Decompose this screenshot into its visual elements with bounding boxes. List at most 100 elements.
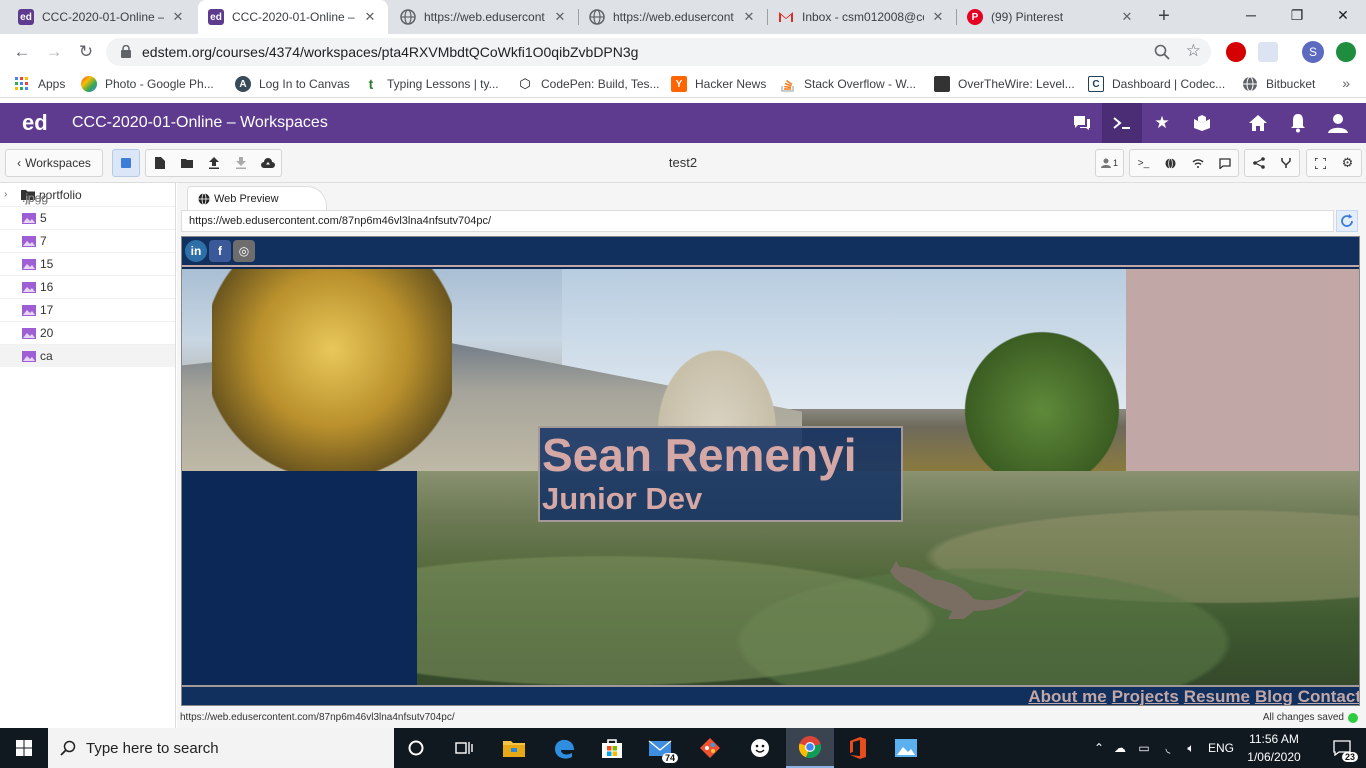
- close-tab-icon[interactable]: ✕: [362, 9, 378, 25]
- close-tab-icon[interactable]: ✕: [930, 9, 946, 25]
- maximize-button[interactable]: ❐: [1274, 0, 1320, 32]
- close-tab-icon[interactable]: ✕: [741, 9, 757, 25]
- photos-app-icon[interactable]: [882, 728, 930, 768]
- store-icon[interactable]: [588, 728, 636, 768]
- taskbar-search[interactable]: Type here to search: [48, 728, 394, 768]
- file-item[interactable]: 20 .jpeg: [0, 191, 175, 344]
- bookmark-hacker-news[interactable]: Y Hacker News: [671, 75, 766, 93]
- volume-icon[interactable]: 🔈︎: [1180, 741, 1202, 756]
- task-view-icon[interactable]: [440, 728, 488, 768]
- browser-tab-5[interactable]: Inbox - csm012008@co ✕: [768, 0, 956, 34]
- bookmark-apps[interactable]: Apps: [14, 75, 65, 93]
- fork-icon[interactable]: [1272, 150, 1299, 176]
- file-explorer-icon[interactable]: [490, 728, 538, 768]
- facebook-icon[interactable]: f: [209, 240, 231, 262]
- chrome-icon[interactable]: [786, 728, 834, 768]
- terminal-icon[interactable]: >_: [1130, 150, 1157, 176]
- forward-icon[interactable]: →: [42, 40, 66, 64]
- mail-icon[interactable]: 74: [636, 728, 684, 768]
- profile-avatar[interactable]: S: [1302, 41, 1324, 63]
- new-folder-icon[interactable]: [173, 150, 200, 176]
- office-icon[interactable]: [834, 728, 882, 768]
- reload-icon[interactable]: ↻: [74, 40, 98, 64]
- user-icon[interactable]: [1318, 103, 1358, 143]
- refresh-preview-button[interactable]: [1336, 210, 1358, 232]
- new-tab-button[interactable]: +: [1152, 5, 1176, 29]
- network-icon[interactable]: [1184, 150, 1211, 176]
- home-icon[interactable]: [1238, 103, 1278, 143]
- start-button[interactable]: [0, 728, 48, 768]
- gear-icon[interactable]: ⚙: [1334, 150, 1361, 176]
- file-item[interactable]: 15 .jpeg: [0, 191, 175, 275]
- bookmark-codepen[interactable]: ⬡ CodePen: Build, Tes...: [517, 75, 659, 93]
- browser-tab-1[interactable]: ed CCC-2020-01-Online – ✕: [8, 0, 196, 34]
- bookmark-canvas[interactable]: A Log In to Canvas: [235, 75, 350, 93]
- battery-icon[interactable]: ▭: [1132, 741, 1156, 755]
- zoom-icon[interactable]: [1153, 43, 1171, 61]
- instagram-icon[interactable]: ◎: [233, 240, 255, 262]
- bell-icon[interactable]: [1278, 103, 1318, 143]
- cloud-upload-icon[interactable]: [254, 150, 281, 176]
- toggle-files-button[interactable]: [112, 149, 140, 177]
- nav-link-blog[interactable]: Blog: [1255, 687, 1293, 705]
- new-file-icon[interactable]: [146, 150, 173, 176]
- shield-extension-icon[interactable]: [1258, 42, 1278, 62]
- address-bar[interactable]: edstem.org/courses/4374/workspaces/pta4R…: [106, 38, 1211, 66]
- discussion-icon[interactable]: [1062, 103, 1102, 143]
- file-item[interactable]: 7 .jpeg: [0, 191, 175, 252]
- bookmark-bitbucket[interactable]: Bitbucket: [1242, 75, 1315, 93]
- star-icon[interactable]: ★: [1142, 103, 1182, 143]
- bookmarks-overflow-button[interactable]: »: [1342, 75, 1350, 91]
- file-name: 16: [40, 280, 54, 294]
- nav-link-projects[interactable]: Projects: [1112, 687, 1179, 705]
- file-item[interactable]: ca .jpg: [0, 191, 175, 367]
- language-indicator[interactable]: ENG: [1208, 741, 1234, 755]
- bookmark-typing[interactable]: t Typing Lessons | ty...: [363, 75, 499, 93]
- close-tab-icon[interactable]: ✕: [170, 9, 186, 25]
- nav-link-resume[interactable]: Resume: [1184, 687, 1250, 705]
- adblock-extension-icon[interactable]: [1226, 42, 1246, 62]
- bookmark-overthewire[interactable]: OverTheWire: Level...: [934, 75, 1075, 93]
- linkedin-icon[interactable]: in: [185, 240, 207, 262]
- minimize-button[interactable]: ─: [1228, 0, 1274, 32]
- back-icon[interactable]: ←: [10, 40, 34, 64]
- upload-icon[interactable]: [200, 150, 227, 176]
- smiley-app-icon[interactable]: [736, 728, 784, 768]
- download-icon[interactable]: [227, 150, 254, 176]
- close-window-button[interactable]: ✕: [1320, 0, 1366, 32]
- nav-link-contact[interactable]: Contact: [1298, 687, 1359, 705]
- bookmark-google-photos[interactable]: Photo - Google Ph...: [81, 75, 214, 93]
- network-icon[interactable]: ◟: [1156, 741, 1180, 755]
- bookmark-codecademy[interactable]: C Dashboard | Codec...: [1088, 75, 1225, 93]
- globe-icon[interactable]: [1157, 150, 1184, 176]
- close-tab-icon[interactable]: ✕: [1119, 9, 1135, 25]
- browser-tab-2[interactable]: ed CCC-2020-01-Online – ✕: [198, 0, 388, 34]
- terminal-icon[interactable]: [1102, 103, 1142, 143]
- back-to-workspaces-button[interactable]: ‹ Workspaces: [5, 149, 103, 177]
- file-item[interactable]: 16 .jpeg: [0, 191, 175, 298]
- file-item[interactable]: 17 .jpeg: [0, 191, 175, 321]
- share-icon[interactable]: [1245, 150, 1272, 176]
- close-tab-icon[interactable]: ✕: [552, 9, 568, 25]
- browser-tab-6[interactable]: P (99) Pinterest ✕: [957, 0, 1145, 34]
- bookmark-stackoverflow[interactable]: Stack Overflow - W...: [780, 75, 916, 93]
- nav-link-about-me[interactable]: About me: [1028, 687, 1106, 705]
- browser-tab-3[interactable]: https://web.edusercont ✕: [390, 0, 578, 34]
- browser-tab-4[interactable]: https://web.edusercont ✕: [579, 0, 767, 34]
- comment-icon[interactable]: [1211, 150, 1238, 176]
- bookmark-star-icon[interactable]: ☆: [1186, 41, 1201, 61]
- git-kraken-icon[interactable]: [686, 728, 734, 768]
- ed-logo[interactable]: ed: [22, 103, 48, 143]
- taskbar-clock[interactable]: 11:56 AM 1/06/2020: [1244, 730, 1304, 766]
- cortana-icon[interactable]: [392, 728, 440, 768]
- preview-url-field[interactable]: https://web.edusercontent.com/87np6m46vl…: [181, 210, 1334, 232]
- users-button[interactable]: 1: [1095, 149, 1124, 177]
- cloud-icon[interactable]: ☁: [1108, 741, 1132, 755]
- fullscreen-icon[interactable]: [1307, 150, 1334, 176]
- lessons-icon[interactable]: [1182, 103, 1222, 143]
- chevron-up-icon[interactable]: ⌃: [1090, 741, 1108, 755]
- action-center-button[interactable]: 23: [1318, 728, 1366, 768]
- tab-web-preview[interactable]: Web Preview: [187, 186, 327, 210]
- update-icon[interactable]: [1336, 42, 1356, 62]
- edge-icon[interactable]: [540, 728, 588, 768]
